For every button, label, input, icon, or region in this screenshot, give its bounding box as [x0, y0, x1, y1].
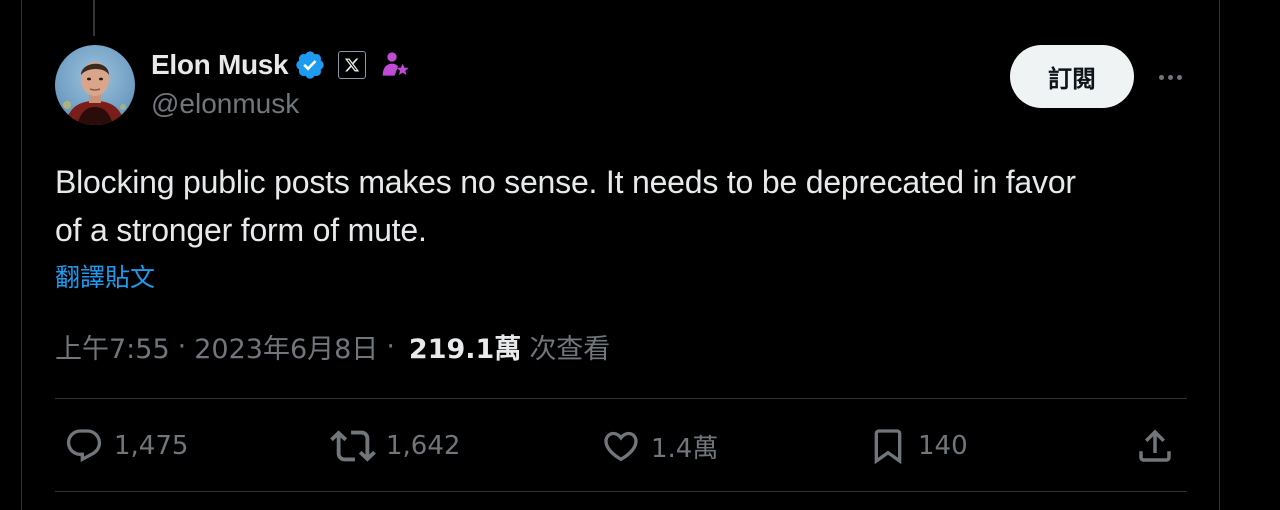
- tweet-detail: Elon Musk @elonmusk 訂閱 Blocking public p…: [0, 0, 1280, 510]
- share-icon: [1139, 429, 1171, 462]
- bookmark-icon: [874, 429, 902, 465]
- column-border-right: [1219, 0, 1220, 510]
- views-label: 次查看: [529, 334, 611, 365]
- retweet-count: 1,642: [386, 431, 461, 461]
- tweet-meta: 上午7:55 · 2023年6月8日 · 219.1萬 次查看: [55, 327, 610, 366]
- x-logo-icon[interactable]: [338, 51, 367, 79]
- translate-post-link[interactable]: 翻譯貼文: [55, 258, 155, 294]
- verified-badge-icon[interactable]: [294, 49, 326, 81]
- avatar-image: [55, 45, 135, 125]
- like-count: 1.4萬: [651, 433, 719, 464]
- divider: [55, 491, 1187, 492]
- person-star-icon[interactable]: [380, 49, 412, 81]
- reply-icon: [66, 429, 102, 463]
- subscribe-button[interactable]: 訂閱: [1010, 45, 1134, 108]
- views-count[interactable]: 219.1萬: [409, 327, 521, 366]
- meta-separator: ·: [177, 331, 187, 362]
- author-name-row: Elon Musk: [151, 46, 412, 84]
- bookmark-count: 140: [918, 431, 968, 461]
- tweet-text-line: Blocking public posts makes no sense. It…: [55, 164, 1076, 200]
- more-dot: [1167, 74, 1173, 80]
- author-display-name[interactable]: Elon Musk: [151, 49, 289, 81]
- retweet-icon: [330, 430, 376, 462]
- avatar[interactable]: [55, 45, 135, 125]
- column-border-left: [21, 0, 22, 510]
- reply-count: 1,475: [114, 431, 189, 461]
- author-handle[interactable]: @elonmusk: [151, 88, 299, 120]
- reply-button[interactable]: 1,475: [64, 424, 188, 468]
- bookmark-button[interactable]: 140: [868, 424, 968, 468]
- tweet-date[interactable]: 2023年6月8日: [194, 327, 378, 366]
- share-button[interactable]: [1134, 424, 1176, 468]
- divider: [55, 398, 1187, 399]
- more-dot: [1158, 74, 1164, 80]
- more-horizontal-icon[interactable]: [1150, 60, 1190, 94]
- retweet-button[interactable]: 1,642: [330, 424, 460, 468]
- tweet-time[interactable]: 上午7:55: [55, 327, 170, 366]
- like-button[interactable]: 1.4萬: [601, 424, 718, 468]
- tweet-text-line: of a stronger form of mute.: [55, 212, 427, 248]
- tweet-text: Blocking public posts makes no sense. It…: [55, 158, 1205, 254]
- thread-connector-line: [93, 0, 95, 36]
- more-dot: [1176, 74, 1182, 80]
- heart-icon: [604, 431, 638, 462]
- meta-separator: ·: [386, 331, 395, 362]
